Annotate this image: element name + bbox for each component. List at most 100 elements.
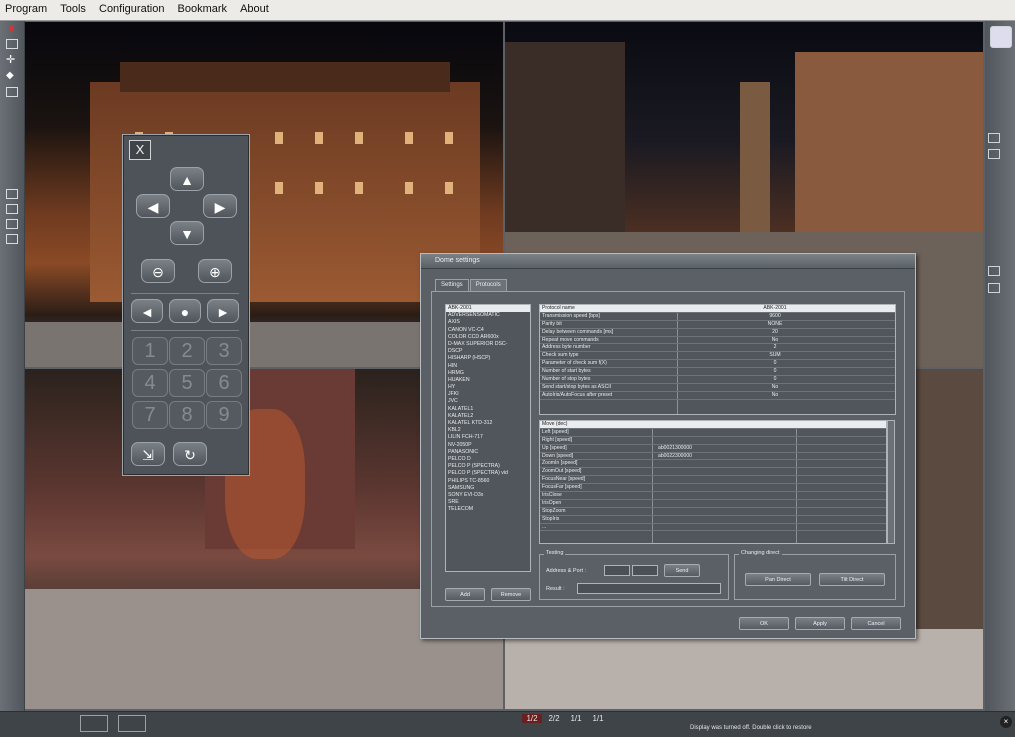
protocol-list-item[interactable]: DSCP [446,348,530,355]
layout-9-icon[interactable] [6,219,18,229]
command-row[interactable]: IrisOpen [540,500,886,508]
protocol-list-item[interactable]: KALATEL1 [446,406,530,413]
protocol-list-item[interactable]: KBL2 [446,427,530,434]
preset-1-button[interactable]: 1 [132,337,168,365]
record-icon[interactable] [9,26,14,31]
right-arrow-button[interactable]: ▶ [203,194,237,218]
parameter-value[interactable]: 0 [755,376,795,383]
parameter-row[interactable]: Delay between commands [ms] 20 [540,329,895,337]
ok-button[interactable]: OK [739,617,789,630]
parameter-row[interactable]: Transmission speed [bps] 9600 [540,313,895,321]
parameter-value[interactable]: 20 [755,329,795,336]
parameter-value[interactable]: NONE [755,321,795,328]
parameter-row[interactable]: Address byte number 2 [540,344,895,353]
preset-6-button[interactable]: 6 [206,369,242,397]
menu-configuration[interactable]: Configuration [94,0,169,15]
protocol-list-item[interactable]: PHILIPS TC-8560 [446,478,530,485]
protocol-list-item[interactable]: HIN [446,363,530,370]
left-arrow-button[interactable]: ◀ [136,194,170,218]
command-row[interactable]: Right [speed] [540,437,886,445]
close-icon[interactable]: × [1000,716,1012,728]
set-preset-button[interactable]: ⇲ [131,442,165,466]
add-button[interactable]: Add [445,588,485,601]
protocol-list-item[interactable]: SONY EVI-D3x [446,492,530,499]
protocol-list-item[interactable]: ADVERSENSOMATIC [446,312,530,319]
move-icon[interactable]: ✛ [6,55,18,66]
settings-icon[interactable] [6,87,18,97]
preset-4-button[interactable]: 4 [132,369,168,397]
page-2-label[interactable]: 2/2 [544,714,564,723]
menu-program[interactable]: Program [0,0,52,15]
preset-7-button[interactable]: 7 [132,401,168,429]
protocol-list-item[interactable]: LILIN FCH-717 [446,434,530,441]
protocol-list-item[interactable]: CANON VC-C4 [446,327,530,334]
monitor-button[interactable] [118,715,146,732]
commands-scrollbar[interactable] [887,420,895,544]
ptz-close-button[interactable]: X [129,140,151,160]
pan-right-button[interactable]: ► [207,299,239,323]
parameter-row[interactable]: Send start/stop bytes as ASCII No [540,384,895,392]
protocol-list-item[interactable]: TELECOM [446,506,530,513]
parameter-value[interactable]: No [755,337,795,344]
protocol-list-item[interactable]: AXIS [446,319,530,326]
link-icon-2[interactable] [988,149,1000,159]
pan-left-button[interactable]: ◄ [131,299,163,323]
tab-settings[interactable]: Settings [435,279,469,291]
window-icon[interactable] [6,39,18,49]
parameter-value[interactable]: 0 [755,360,795,367]
command-row[interactable]: ... [540,524,886,532]
go-preset-button[interactable]: ↻ [173,442,207,466]
command-row[interactable]: StopZoom [540,508,886,516]
parameter-row[interactable]: Protocol name ABK-2001 [540,305,895,313]
protocol-list-item[interactable]: KALATEL2 [446,413,530,420]
protocol-list-item[interactable]: SRE [446,499,530,506]
port-field[interactable] [632,565,658,576]
protocol-list-item[interactable]: HUAKEN [446,377,530,384]
command-row[interactable]: FocusFar [speed] [540,484,886,493]
command-value[interactable]: ab0021300000 [658,445,692,452]
tab-protocols[interactable]: Protocols [469,279,507,291]
protocol-list-item[interactable]: SAMSUNG [446,485,530,492]
command-row[interactable]: StopIris [540,516,886,524]
preset-5-button[interactable]: 5 [169,369,205,397]
protocol-list-item[interactable]: KALATEL KTD-312 [446,420,530,427]
layout-16-icon[interactable] [6,234,18,244]
protocol-list-item[interactable]: COLOR CCD AR600x [446,334,530,341]
address-field[interactable] [604,565,630,576]
fullscreen-button[interactable] [80,715,108,732]
remove-button[interactable]: Remove [491,588,531,601]
parameter-row[interactable]: Repeat move commands No [540,337,895,345]
up-arrow-button[interactable]: ▲ [170,167,204,191]
protocol-list-item[interactable]: JFKI [446,391,530,398]
preset-8-button[interactable]: 8 [169,401,205,429]
parameter-row[interactable]: Parity bit NONE [540,321,895,329]
send-button[interactable]: Send [664,564,700,577]
protocol-list-item[interactable]: PELCO P (SPECTRA) vid [446,470,530,477]
protocol-list-item[interactable]: JVC [446,398,530,405]
command-row[interactable]: Up [speed] ab0021300000 [540,445,886,453]
split-icon-1[interactable] [988,266,1000,276]
command-row[interactable]: FocusNear [speed] [540,476,886,485]
protocol-list-item[interactable]: HY [446,384,530,391]
protocol-commands-table[interactable]: Move (dec) Left [speed] Right [speed] Up [s… [539,420,887,544]
protocol-list-item[interactable]: ABK-2001 [446,305,530,313]
protocol-list-item[interactable]: NV-2050P [446,442,530,449]
apply-button[interactable]: Apply [795,617,845,630]
cancel-button[interactable]: Cancel [851,617,901,630]
layout-4-icon[interactable] [6,204,18,214]
menu-about[interactable]: About [235,0,274,15]
protocol-list-item[interactable]: D-MAX SUPERIOR DSC- [446,341,530,348]
command-row[interactable]: ZoomIn [speed] [540,460,886,469]
parameter-value[interactable]: 2 [755,344,795,351]
link-icon-1[interactable] [988,133,1000,143]
command-row[interactable]: IrisClose [540,492,886,500]
page-3-label[interactable]: 1/1 [566,714,586,723]
parameter-value[interactable]: No [755,392,795,399]
command-row[interactable]: ZoomOut [speed] [540,468,886,477]
preset-9-button[interactable]: 9 [206,401,242,429]
page-1-label[interactable]: 1/2 [522,714,542,723]
parameter-value[interactable]: 9600 [755,313,795,320]
protocol-parameters-table[interactable]: Protocol name ABK-2001 Transmission speed … [539,304,896,415]
protocol-list-item[interactable]: PANASONIC [446,449,530,456]
protocol-list-item[interactable]: PELCO D [446,456,530,463]
